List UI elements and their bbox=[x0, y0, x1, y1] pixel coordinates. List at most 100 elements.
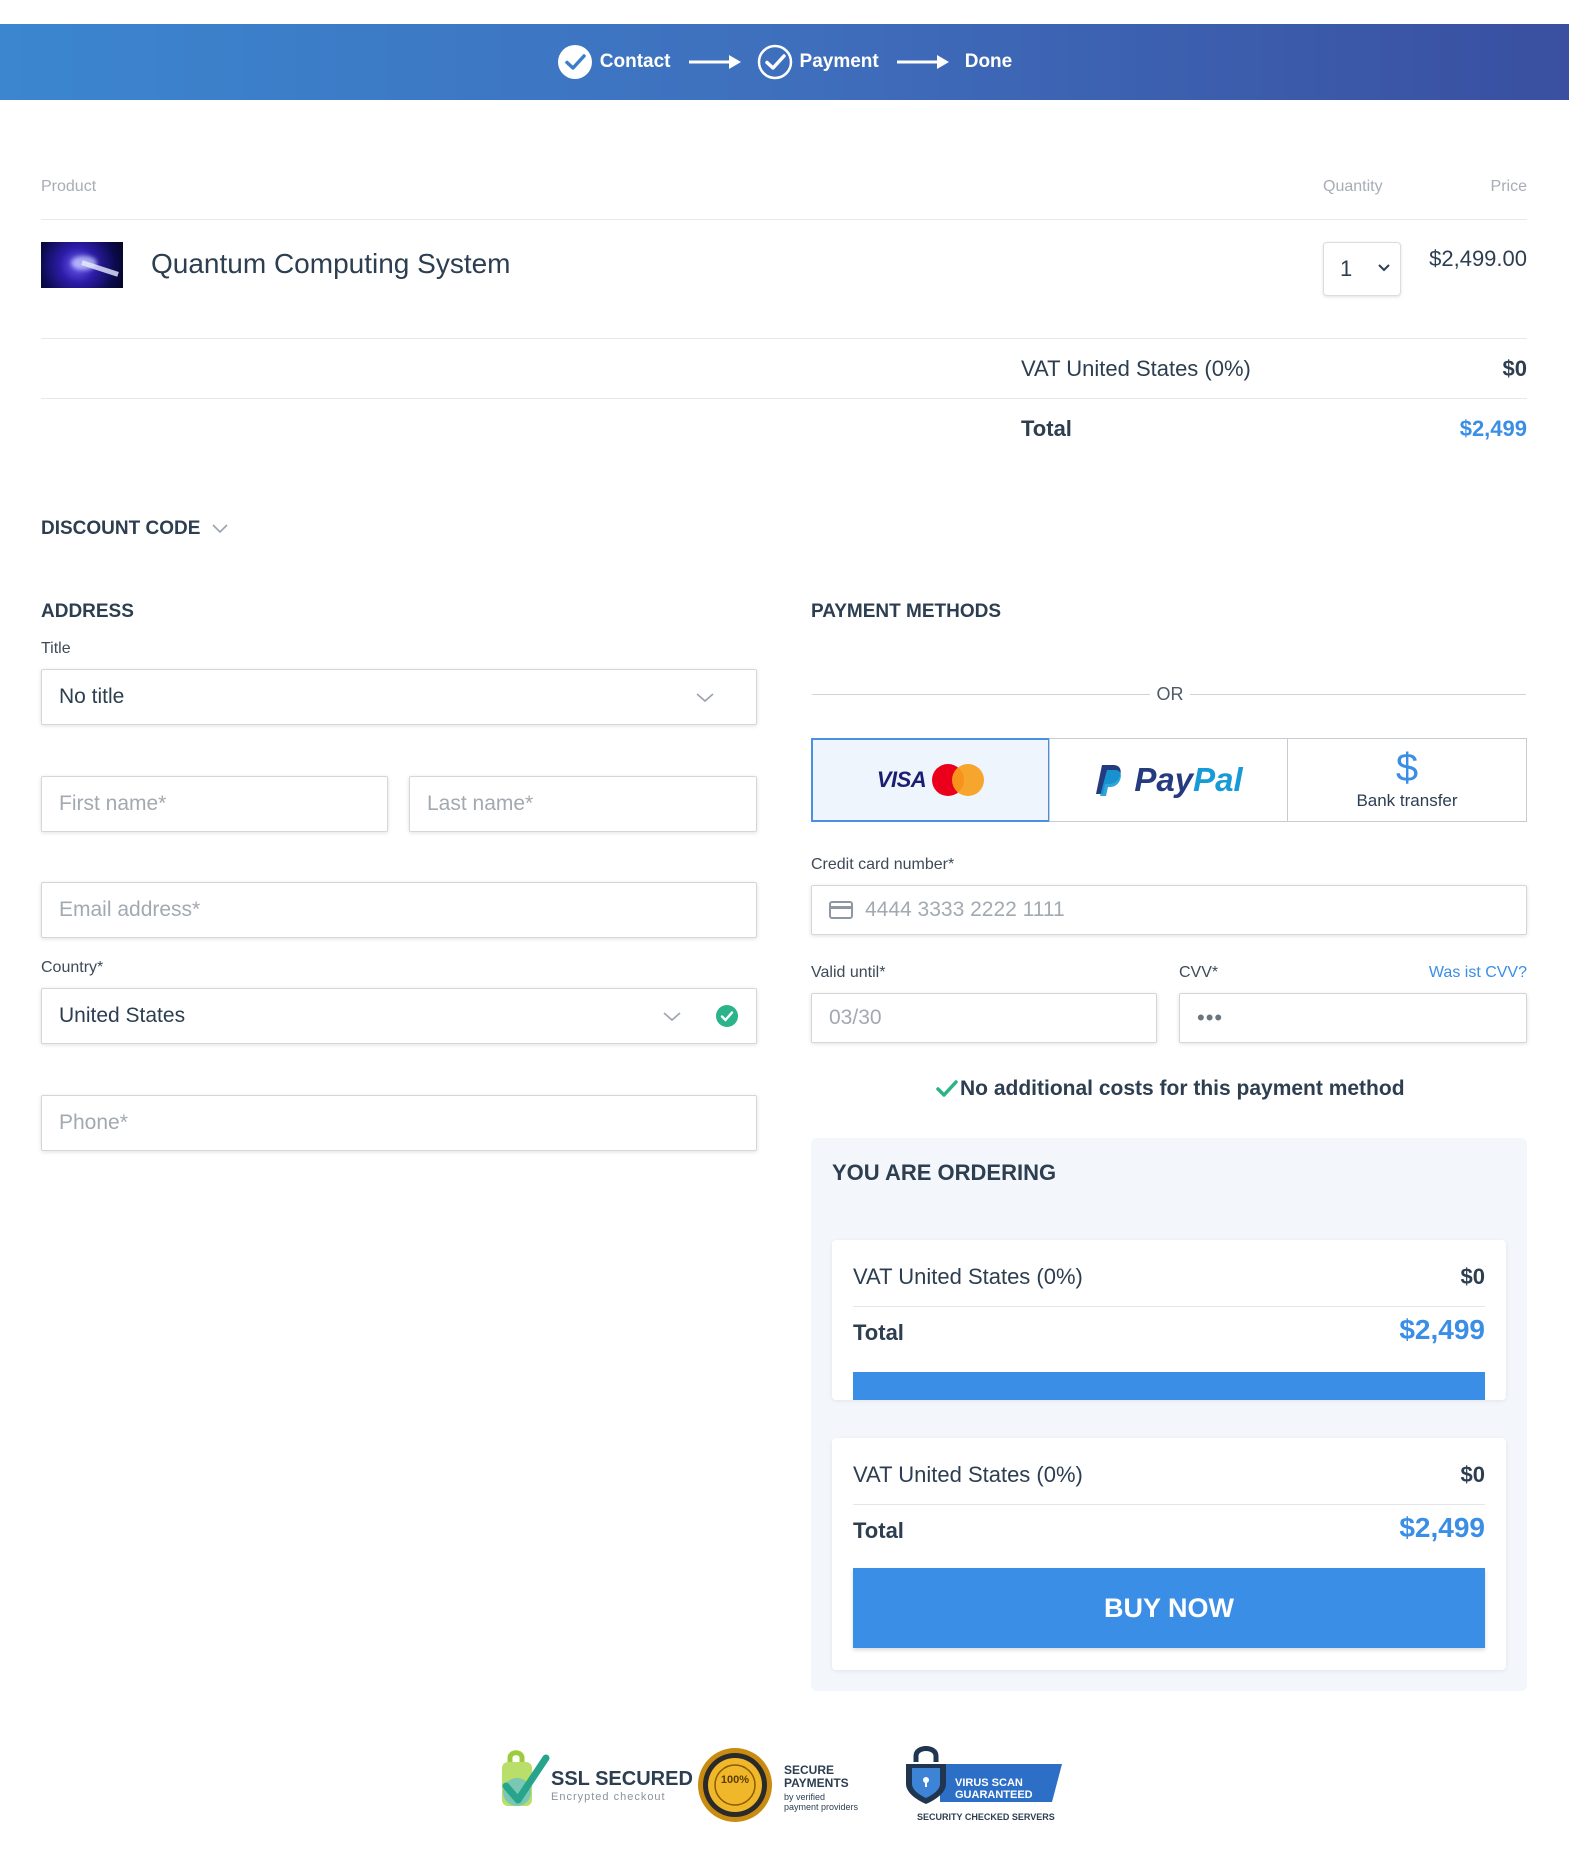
discount-code-label: DISCOUNT CODE bbox=[41, 518, 201, 539]
seal-text: 100% bbox=[720, 1774, 750, 1786]
payment-method-bank-transfer[interactable]: $ Bank transfer bbox=[1287, 738, 1527, 822]
ssl-title: SSL SECURED bbox=[551, 1768, 693, 1790]
virus-scan-title: VIRUS SCAN GUARANTEED bbox=[955, 1777, 1033, 1801]
first-name-field[interactable]: First name* bbox=[41, 776, 388, 832]
step-payment: Payment bbox=[757, 44, 879, 80]
ssl-subtitle: Encrypted checkout bbox=[551, 1791, 666, 1803]
header-quantity: Quantity bbox=[1323, 178, 1383, 195]
step-done: Done bbox=[965, 51, 1013, 73]
ordering-heading: YOU ARE ORDERING bbox=[832, 1160, 1057, 1185]
vat-row: VAT United States (0%) $0 bbox=[853, 1252, 1485, 1307]
country-select[interactable]: United States bbox=[41, 988, 757, 1044]
secure-payments-badge: 100% SECURE PAYMENTS by verified payment p… bbox=[696, 1744, 876, 1824]
mastercard-icon bbox=[932, 764, 985, 796]
no-additional-costs-note: No additional costs for this payment met… bbox=[936, 1077, 1405, 1101]
total-row: Total $2,499 bbox=[853, 1308, 1485, 1363]
product-price: $2,499.00 bbox=[1429, 246, 1527, 271]
step-label: Payment bbox=[799, 51, 879, 72]
order-summary-card: VAT United States (0%) $0 Total $2,499 B… bbox=[832, 1438, 1506, 1670]
no-cost-text: No additional costs for this payment met… bbox=[960, 1077, 1405, 1100]
valid-until-label: Valid until* bbox=[811, 964, 886, 981]
buy-now-button[interactable]: BUY NOW bbox=[853, 1568, 1485, 1648]
vat-row: VAT United States (0%) $0 bbox=[853, 1450, 1485, 1505]
country-value: United States bbox=[59, 1004, 186, 1027]
cvv-label: CVV* bbox=[1179, 964, 1219, 981]
quantity-select[interactable]: 1 bbox=[1323, 242, 1401, 296]
buy-button-partial[interactable] bbox=[853, 1372, 1485, 1400]
secure-payments-subtitle: by verified payment providers bbox=[784, 1792, 859, 1812]
order-summary-card: VAT United States (0%) $0 Total $2,499 bbox=[832, 1240, 1506, 1400]
payment-method-paypal[interactable]: PayPal bbox=[1049, 738, 1288, 822]
total-value: $2,499 bbox=[1459, 416, 1527, 441]
cart-item-row: Quantum Computing System 1 $2,499.00 bbox=[41, 222, 1527, 339]
total-value: $2,499 bbox=[1399, 1512, 1485, 1543]
header-product: Product bbox=[41, 178, 97, 195]
checkout-progress-bar: Contact Payment Done bbox=[0, 24, 1569, 100]
cvv-placeholder: ••• bbox=[1197, 1005, 1224, 1030]
shield-lock-icon bbox=[502, 1750, 550, 1806]
phone-field[interactable]: Phone* bbox=[41, 1095, 757, 1151]
chevron-down-icon bbox=[212, 524, 228, 534]
chevron-down-icon bbox=[696, 693, 714, 703]
chevron-down-icon bbox=[1378, 264, 1390, 272]
virus-scan-subtitle: SECURITY CHECKED SERVERS bbox=[917, 1812, 1055, 1822]
first-name-placeholder: First name* bbox=[59, 792, 167, 815]
vat-label: VAT United States (0%) bbox=[1021, 356, 1251, 381]
step-contact: Contact bbox=[557, 44, 671, 80]
product-thumbnail bbox=[41, 242, 123, 288]
credit-card-icon bbox=[829, 901, 853, 919]
order-summary-panel: YOU ARE ORDERING VAT United States (0%) … bbox=[811, 1138, 1527, 1691]
vat-value: $0 bbox=[1460, 1264, 1485, 1289]
total-label: Total bbox=[853, 1320, 904, 1345]
step-label: Done bbox=[964, 51, 1013, 72]
virus-scan-badge: VIRUS SCAN GUARANTEED SECURITY CHECKED SE… bbox=[902, 1744, 1066, 1836]
check-circle-icon bbox=[557, 45, 592, 79]
paypal-wordmark: PayPal bbox=[1134, 761, 1243, 798]
title-select[interactable]: No title bbox=[41, 669, 757, 725]
discount-code-toggle[interactable]: DISCOUNT CODE bbox=[41, 518, 228, 540]
vat-row: VAT United States (0%) $0 bbox=[41, 340, 1527, 399]
header-price: Price bbox=[1490, 178, 1527, 195]
bank-transfer-label: Bank transfer bbox=[1356, 791, 1458, 810]
secure-payments-title: SECURE PAYMENTS bbox=[784, 1763, 849, 1790]
last-name-placeholder: Last name* bbox=[427, 792, 534, 815]
total-label: Total bbox=[853, 1518, 904, 1543]
chevron-down-icon bbox=[663, 1012, 681, 1022]
total-row: Total $2,499 bbox=[41, 400, 1527, 459]
visa-logo: VISA bbox=[876, 767, 927, 792]
step-label: Contact bbox=[599, 51, 671, 72]
valid-until-field[interactable]: 03/30 bbox=[811, 993, 1157, 1043]
email-placeholder: Email address* bbox=[59, 898, 201, 921]
total-label: Total bbox=[1021, 416, 1072, 441]
trust-badges: SSL SECURED Encrypted checkout 100% SECU… bbox=[496, 1744, 1066, 1836]
total-value: $2,499 bbox=[1399, 1314, 1485, 1345]
checkout-steps: Contact Payment Done bbox=[557, 44, 1012, 80]
arrow-right-icon bbox=[688, 55, 741, 69]
title-select-value: No title bbox=[59, 685, 125, 708]
dollar-icon: $ bbox=[1395, 746, 1419, 790]
or-label: OR bbox=[1150, 684, 1190, 705]
cvv-help-link[interactable]: Was ist CVV? bbox=[1429, 964, 1527, 982]
last-name-field[interactable]: Last name* bbox=[409, 776, 757, 832]
phone-placeholder: Phone* bbox=[59, 1111, 128, 1134]
arrow-right-icon bbox=[896, 55, 949, 69]
card-number-label: Credit card number* bbox=[811, 856, 955, 873]
payment-method-card[interactable]: VISA bbox=[811, 738, 1050, 822]
address-heading: ADDRESS bbox=[41, 601, 134, 622]
cart-table-header: Product Quantity Price bbox=[41, 178, 1527, 220]
email-field[interactable]: Email address* bbox=[41, 882, 757, 938]
vat-value: $0 bbox=[1460, 1462, 1485, 1487]
ssl-secured-badge: SSL SECURED Encrypted checkout bbox=[496, 1744, 693, 1824]
card-number-field[interactable]: 4444 3333 2222 1111 bbox=[811, 885, 1527, 935]
valid-until-placeholder: 03/30 bbox=[829, 1006, 882, 1029]
vat-value: $0 bbox=[1502, 356, 1527, 381]
product-name: Quantum Computing System bbox=[151, 248, 511, 279]
quantity-value: 1 bbox=[1340, 256, 1353, 281]
cvv-field[interactable]: ••• bbox=[1179, 993, 1527, 1043]
country-label: Country* bbox=[41, 959, 104, 976]
checkmark-icon bbox=[936, 1080, 958, 1097]
vat-label: VAT United States (0%) bbox=[853, 1264, 1083, 1289]
paypal-icon bbox=[1096, 765, 1122, 796]
title-label: Title bbox=[41, 640, 71, 657]
check-circle-outline-icon bbox=[757, 44, 792, 80]
